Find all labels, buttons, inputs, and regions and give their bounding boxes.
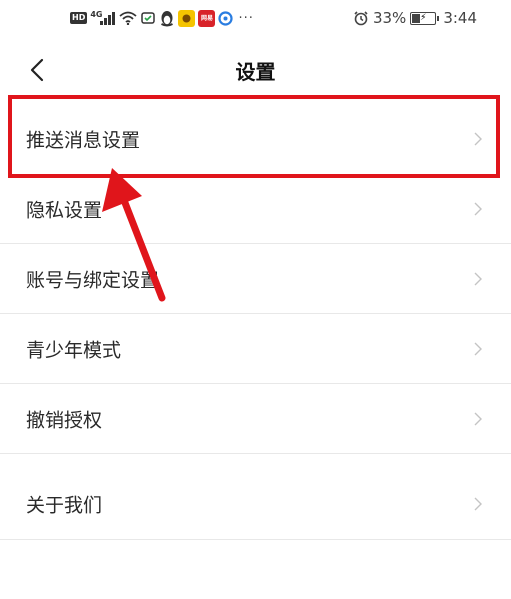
status-bar-right: 33% ⚡ 3:44: [353, 6, 477, 30]
status-bar: HD 4G 网易 ··· 33% ⚡ 3:44: [0, 0, 511, 36]
page-title: 设置: [235, 60, 276, 84]
yellow-app-icon: [178, 9, 196, 27]
wifi-icon: [119, 11, 138, 25]
settings-item-account-binding[interactable]: 账号与绑定设置: [0, 244, 511, 314]
signal-4g-icon: 4G: [90, 10, 116, 25]
chevron-right-icon: [474, 342, 482, 356]
settings-item-about-us[interactable]: 关于我们: [0, 454, 511, 540]
settings-item-label: 隐私设置: [26, 199, 103, 222]
clock-time: 3:44: [443, 9, 477, 27]
settings-list: 推送消息设置 隐私设置 账号与绑定设置 青少年模式 撤销授权 关于我们: [0, 104, 511, 540]
hd-icon: HD: [70, 12, 88, 24]
alarm-clock-icon: [353, 10, 369, 26]
netease-app-icon: 网易: [198, 9, 216, 27]
settings-item-label: 推送消息设置: [26, 129, 141, 152]
browser-icon: [218, 10, 234, 26]
settings-item-teen-mode[interactable]: 青少年模式: [0, 314, 511, 384]
divider: [0, 539, 511, 540]
chevron-right-icon: [474, 132, 482, 146]
notification-icon: [140, 10, 156, 26]
chevron-right-icon: [474, 497, 482, 511]
battery-percent: 33%: [372, 9, 407, 27]
settings-item-label: 青少年模式: [26, 339, 122, 362]
chevron-right-icon: [474, 202, 482, 216]
chevron-right-icon: [474, 272, 482, 286]
settings-item-label: 撤销授权: [26, 409, 103, 432]
qq-penguin-icon: [159, 10, 175, 27]
nav-header: 设置: [0, 44, 511, 96]
more-dots-icon: ···: [238, 10, 254, 26]
chevron-right-icon: [474, 412, 482, 426]
settings-item-privacy[interactable]: 隐私设置: [0, 174, 511, 244]
battery-icon: ⚡: [410, 11, 440, 25]
status-bar-left: HD 4G 网易 ···: [70, 6, 254, 30]
settings-item-label: 账号与绑定设置: [26, 269, 160, 292]
settings-item-revoke-authorization[interactable]: 撤销授权: [0, 384, 511, 454]
settings-item-label: 关于我们: [26, 494, 103, 517]
charging-bolt-icon: ⚡: [420, 12, 427, 23]
settings-item-push-notifications[interactable]: 推送消息设置: [0, 104, 511, 174]
